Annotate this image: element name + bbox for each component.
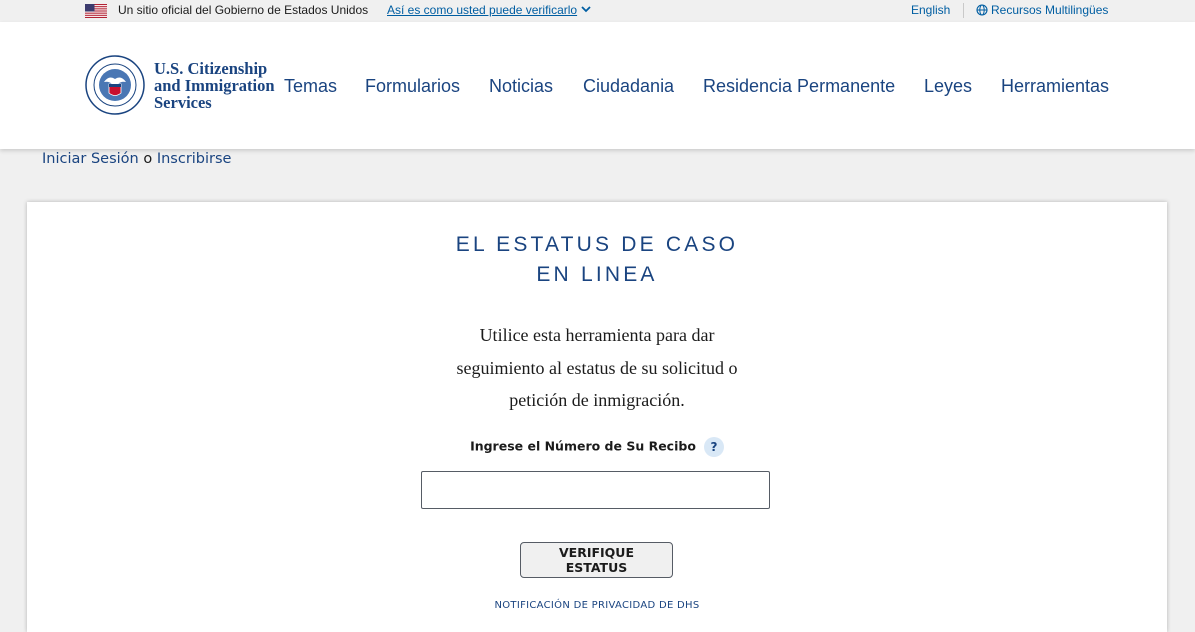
help-icon[interactable]: ? [703,437,724,457]
description-line-2: seguimiento al estatus de su solicitud o [456,357,738,378]
logo-line-3: Services [154,93,212,112]
nav-ciudadania[interactable]: Ciudadania [583,76,674,97]
nav-formularios[interactable]: Formularios [365,76,460,97]
banner-divider [963,3,964,18]
page-title-line-1: EL ESTATUS DE CASO [455,233,739,256]
english-link[interactable]: English [911,3,950,17]
uscis-logo-text[interactable]: U.S. Citizenship and Immigration Service… [154,60,275,111]
register-link[interactable]: Inscribirse [157,151,232,167]
us-flag-icon [85,4,107,18]
nav-residencia-permanente[interactable]: Residencia Permanente [703,76,895,97]
verify-link[interactable]: Así es como usted puede verificarlo [387,3,591,17]
chevron-down-icon [581,6,591,13]
verify-link-label: Así es como usted puede verificarlo [387,3,578,17]
nav-noticias[interactable]: Noticias [489,76,553,97]
receipt-number-input[interactable] [421,471,770,509]
gov-banner: Un sitio oficial del Gobierno de Estados… [0,0,1195,22]
nav-temas[interactable]: Temas [284,76,337,97]
page-title: EL ESTATUS DE CASO EN LINEA [27,230,1167,290]
dhs-seal-icon[interactable] [85,55,145,115]
signin-link[interactable]: Iniciar Sesión [42,151,139,167]
case-status-card: EL ESTATUS DE CASO EN LINEA Utilice esta… [27,202,1167,632]
signin-bar: Iniciar Sesión o Inscribirse [42,151,231,167]
dhs-privacy-link[interactable]: NOTIFICACIÓN DE PRIVACIDAD DE DHS [27,600,1167,611]
nav-leyes[interactable]: Leyes [924,76,972,97]
logo-line-1: U.S. Citizenship [154,59,268,78]
tool-description: Utilice esta herramienta para dar seguim… [27,319,1167,417]
receipt-number-label: Ingrese el Número de Su Recibo? [27,437,1167,457]
globe-icon [976,4,988,16]
official-site-text: Un sitio oficial del Gobierno de Estados… [118,3,369,17]
description-line-1: Utilice esta herramienta para dar [479,325,715,345]
signin-or-text: o [143,151,153,167]
page-title-line-2: EN LINEA [536,263,658,286]
multilingual-link[interactable]: Recursos Multilingües [976,3,1108,17]
nav-herramientas[interactable]: Herramientas [1001,76,1109,97]
multilingual-link-label: Recursos Multilingües [991,3,1109,17]
receipt-label-text: Ingrese el Número de Su Recibo [470,438,696,454]
logo-line-2: and Immigration [154,76,275,95]
description-line-3: petición de inmigración. [509,390,685,410]
check-status-button[interactable]: VERIFIQUE ESTATUS [520,542,673,578]
site-header: U.S. Citizenship and Immigration Service… [0,22,1195,149]
